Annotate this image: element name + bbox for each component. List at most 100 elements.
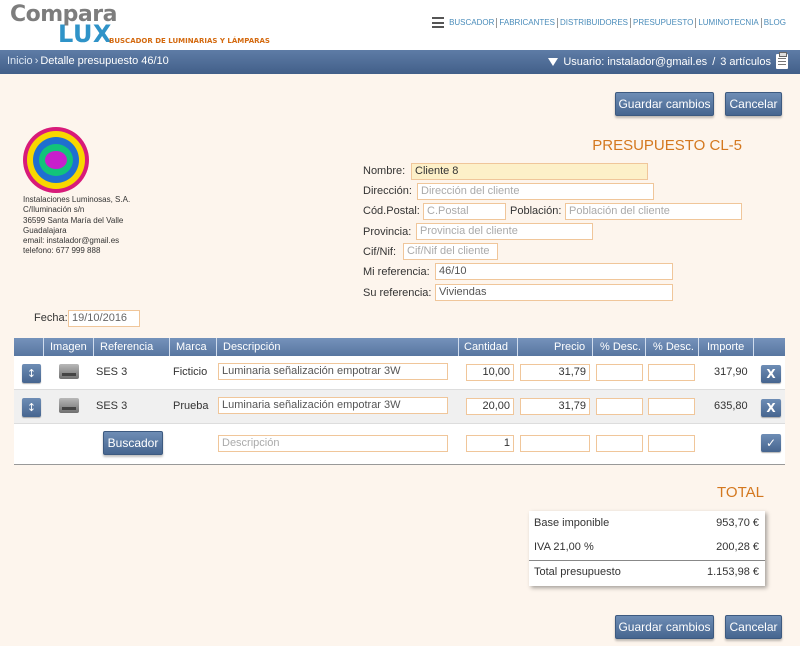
- search-products-button[interactable]: Buscador: [103, 431, 163, 455]
- cancel-button-top[interactable]: Cancelar: [725, 92, 782, 116]
- move-row-button[interactable]: ↕: [22, 364, 41, 383]
- new-item-row: Buscador Descripción 1 ✓: [14, 424, 785, 458]
- total-row: Total presupuesto 1.153,98 €: [529, 560, 765, 582]
- row-discount-1-field[interactable]: [596, 398, 643, 415]
- logo-lux: LUX: [58, 20, 112, 48]
- row-price-field[interactable]: 31,79: [520, 364, 590, 381]
- cif-label: Cif/Nif:: [363, 246, 396, 258]
- breadcrumb: Inicio › Detalle presupuesto 46/10: [7, 55, 169, 67]
- vat-label: IVA 21,00 %: [534, 541, 594, 553]
- nav-fabricantes[interactable]: FABRICANTES: [499, 18, 555, 27]
- row-discount-1-field[interactable]: [596, 364, 643, 381]
- header-description: Descripción: [223, 341, 281, 353]
- total-value: 1.153,98 €: [707, 566, 759, 578]
- cif-field[interactable]: Cif/Nif del cliente: [403, 243, 498, 260]
- new-quantity-field[interactable]: 1: [466, 435, 514, 452]
- province-field[interactable]: Provincia del cliente: [416, 223, 593, 240]
- breadcrumb-bar: Inicio › Detalle presupuesto 46/10 Usuario…: [0, 50, 800, 74]
- totals-title: TOTAL: [717, 484, 764, 501]
- province-label: Provincia:: [363, 226, 412, 238]
- totals-box: Base imponible 953,70 € IVA 21,00 % 200,…: [529, 511, 765, 586]
- company-province: Guadalajara: [23, 225, 67, 235]
- zip-field[interactable]: C.Postal: [423, 203, 506, 220]
- header-brand: Marca: [176, 341, 207, 353]
- name-field[interactable]: Cliente 8: [411, 163, 648, 180]
- cart-count[interactable]: 3 artículos: [720, 56, 771, 68]
- header-discount-2: % Desc.: [653, 341, 694, 353]
- delete-row-button[interactable]: X: [761, 365, 781, 383]
- company-phone: telefono: 677 999 888: [23, 246, 101, 256]
- row-quantity-field[interactable]: 10,00: [466, 364, 514, 381]
- nav-divider: [496, 17, 498, 28]
- company-city: 36599 Santa María del Valle: [23, 215, 124, 225]
- header-quantity: Cantidad: [464, 341, 509, 353]
- header-image: Imagen: [50, 341, 87, 353]
- my-reference-label: Mi referencia:: [363, 266, 430, 278]
- cancel-button-bottom[interactable]: Cancelar: [725, 615, 782, 639]
- items-table: Imagen Referencia Marca Descripción Cant…: [14, 338, 785, 465]
- header-amount: Importe: [707, 341, 745, 353]
- new-discount-1-field[interactable]: [596, 435, 643, 452]
- save-button-top[interactable]: Guardar cambios: [615, 92, 714, 116]
- nav-distribuidores[interactable]: DISTRIBUIDORES: [560, 18, 628, 27]
- city-label: Población:: [510, 205, 562, 217]
- quote-title: PRESUPUESTO CL-5: [592, 137, 742, 154]
- row-discount-2-field[interactable]: [648, 364, 695, 381]
- product-thumbnail[interactable]: [59, 364, 79, 379]
- header-discount-1: % Desc.: [600, 341, 641, 353]
- company-info: Instalaciones Luminosas, S.A. C/Iluminac…: [23, 195, 130, 257]
- row-price-field[interactable]: 31,79: [520, 398, 590, 415]
- nav-presupuesto[interactable]: PRESUPUESTO: [633, 18, 693, 27]
- breadcrumb-separator: ›: [34, 55, 39, 67]
- date-label: Fecha:: [34, 312, 68, 324]
- table-header: Imagen Referencia Marca Descripción Cant…: [14, 338, 785, 356]
- breadcrumb-home[interactable]: Inicio: [7, 55, 33, 67]
- logo-tagline: BUSCADOR DE LUMINARIAS Y LÁMPARAS: [109, 37, 270, 45]
- clipboard-icon[interactable]: [776, 52, 788, 69]
- company-name: Instalaciones Luminosas, S.A.: [23, 195, 131, 204]
- base-label: Base imponible: [534, 517, 610, 529]
- city-field[interactable]: Población del cliente: [565, 203, 742, 220]
- address-label: Dirección:: [363, 185, 412, 197]
- row-quantity-field[interactable]: 20,00: [466, 398, 514, 415]
- confirm-row-button[interactable]: ✓: [761, 434, 781, 452]
- save-button-bottom[interactable]: Guardar cambios: [615, 615, 714, 639]
- user-label[interactable]: Usuario: instalador@gmail.es: [563, 56, 707, 68]
- nav-divider: [556, 17, 558, 28]
- address-field[interactable]: Dirección del cliente: [417, 183, 654, 200]
- row-description-field[interactable]: Luminaria señalización empotrar 3W: [218, 397, 448, 414]
- row-amount: 635,80: [714, 400, 748, 412]
- new-price-field[interactable]: [520, 435, 590, 452]
- nav-luminotecnia[interactable]: LUMINOTECNIA: [698, 18, 758, 27]
- your-reference-label: Su referencia:: [363, 287, 432, 299]
- your-reference-field[interactable]: Viviendas: [435, 284, 673, 301]
- row-reference: SES 3: [96, 366, 128, 378]
- date-field[interactable]: 19/10/2016: [68, 310, 140, 327]
- name-label: Nombre:: [363, 165, 406, 177]
- table-row: ↕ SES 3 Prueba Luminaria señalización em…: [14, 390, 785, 424]
- move-row-button[interactable]: ↕: [22, 398, 41, 417]
- top-navigation: BUSCADOR FABRICANTES DISTRIBUIDORES PRES…: [432, 17, 786, 28]
- user-separator: /: [712, 55, 716, 68]
- my-reference-field[interactable]: 46/10: [435, 263, 673, 280]
- product-thumbnail[interactable]: [59, 398, 79, 413]
- base-row: Base imponible 953,70 €: [529, 512, 765, 534]
- nav-buscador[interactable]: BUSCADOR: [449, 18, 494, 27]
- nav-blog[interactable]: BLOG: [764, 18, 786, 27]
- company-email: email: instalador@gmail.es: [23, 236, 120, 246]
- row-amount: 317,90: [714, 366, 748, 378]
- company-logo: [23, 127, 89, 193]
- base-value: 953,70 €: [716, 517, 759, 529]
- hamburger-icon[interactable]: [432, 17, 445, 28]
- row-discount-2-field[interactable]: [648, 398, 695, 415]
- company-street: C/Iluminación s/n: [23, 205, 85, 215]
- vat-row: IVA 21,00 % 200,28 €: [529, 536, 765, 558]
- nav-divider: [760, 17, 762, 28]
- header-price: Precio: [554, 341, 586, 353]
- new-description-field[interactable]: Descripción: [218, 435, 448, 452]
- new-discount-2-field[interactable]: [648, 435, 695, 452]
- dropdown-triangle-icon[interactable]: [548, 57, 559, 66]
- table-row: ↕ SES 3 Ficticio Luminaria señalización …: [14, 356, 785, 390]
- delete-row-button[interactable]: X: [761, 399, 781, 417]
- row-description-field[interactable]: Luminaria señalización empotrar 3W: [218, 363, 448, 380]
